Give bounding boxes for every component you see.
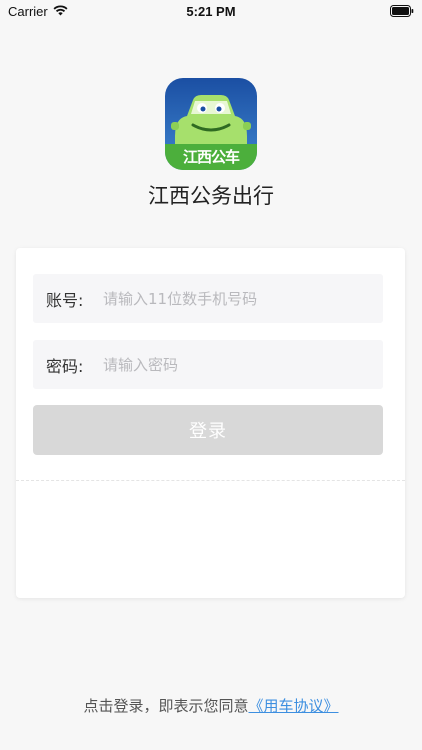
- account-input[interactable]: [103, 274, 383, 323]
- password-label: 密码:: [46, 356, 84, 376]
- agreement-link[interactable]: 《用车协议》: [249, 697, 339, 715]
- status-time: 5:21 PM: [186, 4, 236, 19]
- password-input[interactable]: [103, 340, 383, 389]
- app-logo: 江西公车: [165, 78, 257, 170]
- card-divider: [16, 480, 405, 481]
- app-name: 江西公务出行: [148, 184, 274, 208]
- status-bar: Carrier 5:21 PM: [0, 0, 422, 22]
- login-button[interactable]: 登录: [33, 405, 383, 455]
- logo-container: 江西公车: [0, 78, 422, 170]
- login-card: 账号: 密码: 登录: [16, 248, 405, 598]
- agreement-notice: 点击登录，即表示您同意《用车协议》: [0, 695, 422, 716]
- battery-icon: [390, 5, 414, 17]
- account-label: 账号:: [46, 290, 84, 310]
- agreement-text: 点击登录，即表示您同意: [83, 697, 249, 715]
- account-field[interactable]: 账号:: [33, 274, 383, 323]
- logo-text: 江西公车: [182, 148, 240, 166]
- password-field[interactable]: 密码:: [33, 340, 383, 389]
